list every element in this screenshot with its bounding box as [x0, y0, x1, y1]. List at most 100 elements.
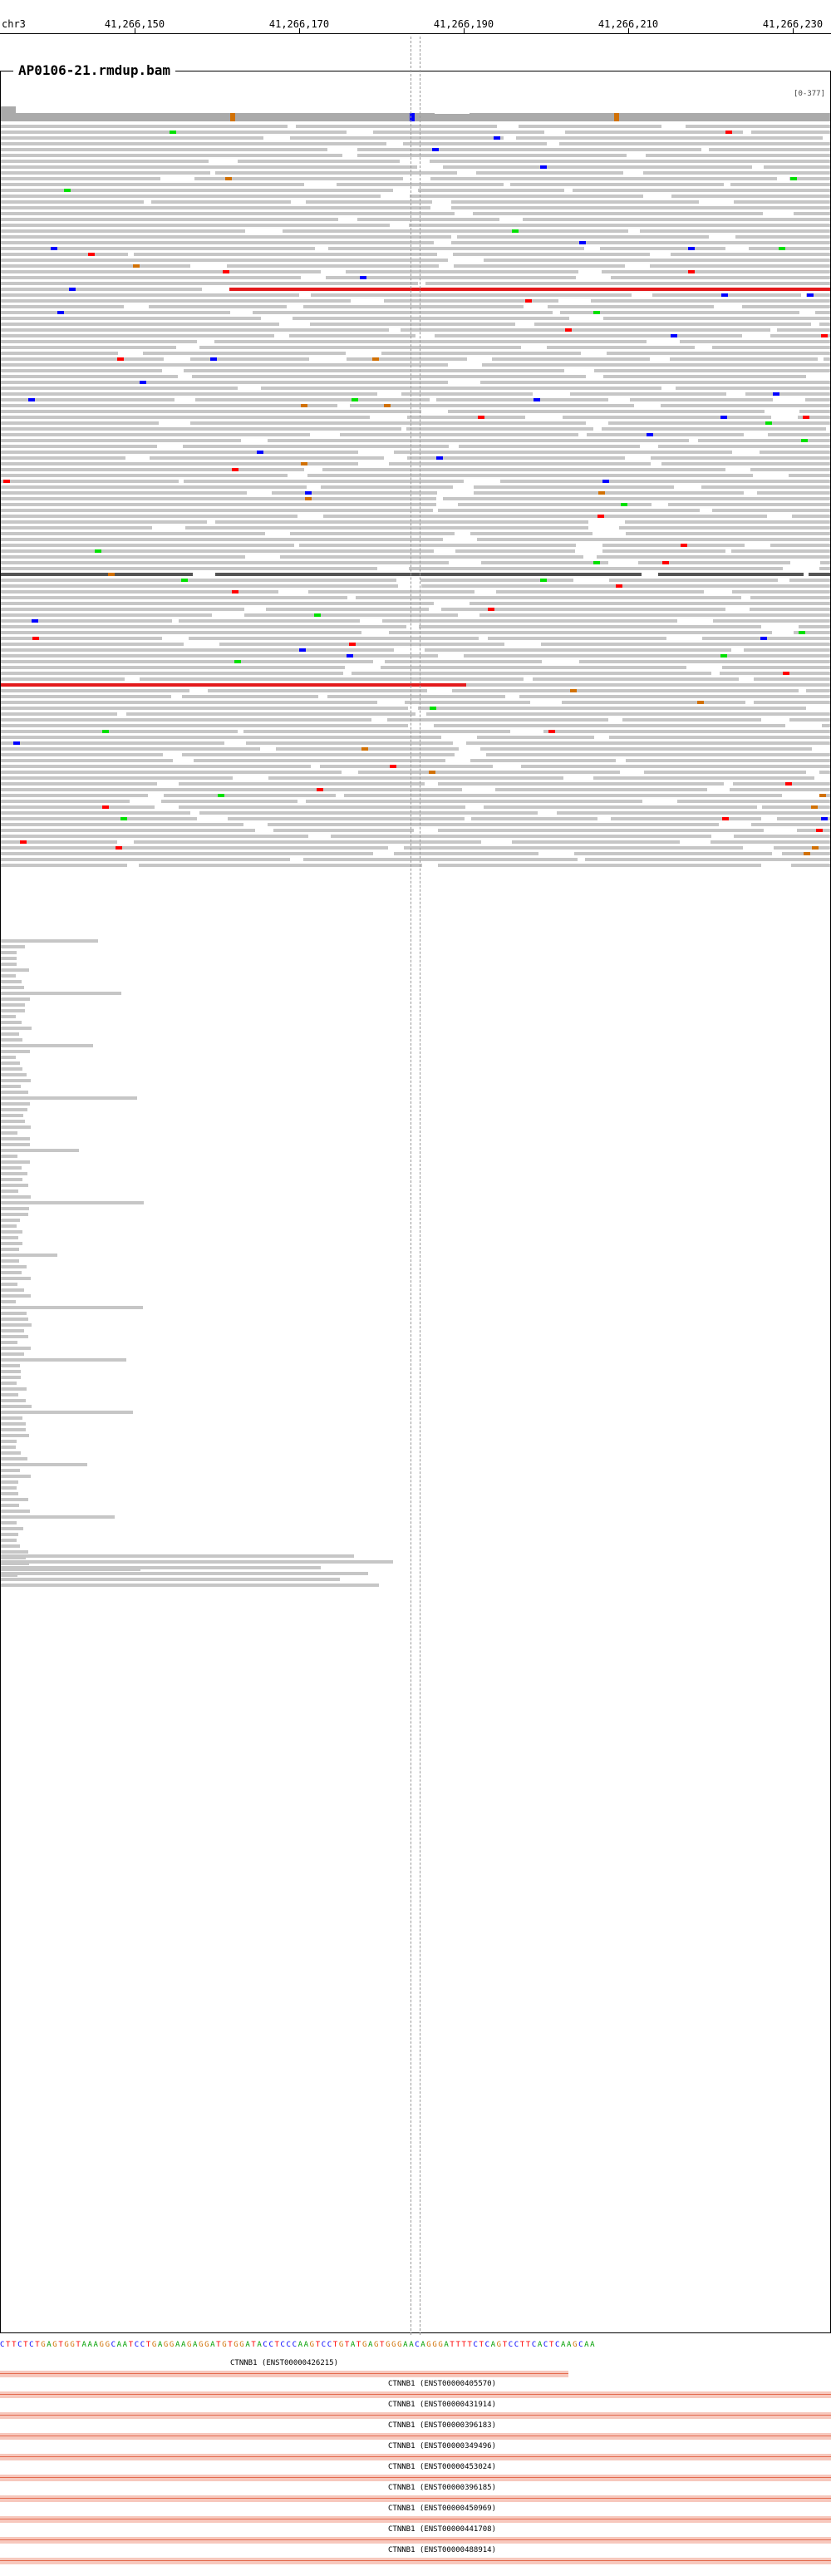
read[interactable]: [1, 1195, 31, 1199]
read[interactable]: [306, 800, 642, 803]
read[interactable]: [268, 776, 563, 780]
read[interactable]: [1, 1440, 17, 1443]
read[interactable]: [306, 200, 432, 204]
read[interactable]: [474, 485, 674, 489]
read[interactable]: [143, 352, 346, 355]
read[interactable]: [1, 997, 30, 1001]
read[interactable]: [1, 1434, 29, 1437]
read[interactable]: [404, 846, 743, 850]
read[interactable]: [1, 334, 274, 337]
read[interactable]: [712, 346, 830, 349]
read[interactable]: [311, 293, 632, 297]
read[interactable]: [731, 549, 830, 553]
read[interactable]: [1, 410, 421, 413]
read[interactable]: [1, 1533, 18, 1536]
read[interactable]: [789, 718, 830, 722]
read[interactable]: [238, 160, 400, 163]
read[interactable]: [709, 148, 830, 151]
read[interactable]: [1, 328, 389, 332]
read[interactable]: [1, 1399, 26, 1402]
read[interactable]: [419, 625, 761, 628]
read[interactable]: [533, 677, 739, 681]
read[interactable]: [1, 643, 184, 646]
read[interactable]: [1, 840, 117, 844]
read[interactable]: [1, 689, 189, 692]
read[interactable]: [1, 1294, 31, 1298]
read[interactable]: [789, 579, 830, 582]
read[interactable]: [1, 1498, 28, 1501]
read[interactable]: [587, 433, 744, 436]
read[interactable]: [183, 445, 449, 448]
read[interactable]: [510, 183, 724, 186]
read[interactable]: [477, 736, 594, 739]
read[interactable]: [492, 357, 650, 361]
genomic-ruler[interactable]: chr3 41,266,150 41,266,170 41,266,190 41…: [0, 0, 831, 34]
read[interactable]: [751, 131, 830, 134]
read[interactable]: [451, 241, 830, 244]
read[interactable]: [1, 1091, 28, 1094]
read[interactable]: [425, 282, 830, 285]
read[interactable]: [1, 1073, 27, 1076]
read[interactable]: [481, 561, 608, 564]
read[interactable]: [770, 544, 830, 547]
read[interactable]: [421, 584, 830, 588]
read[interactable]: [425, 648, 731, 652]
read[interactable]: [1, 1306, 143, 1309]
read[interactable]: [1, 1347, 31, 1350]
read[interactable]: [1, 387, 238, 390]
read[interactable]: [323, 515, 767, 518]
read[interactable]: [1, 346, 176, 349]
read[interactable]: [420, 579, 573, 582]
read[interactable]: [1, 1067, 22, 1071]
read[interactable]: [219, 643, 504, 646]
read[interactable]: [1, 1515, 115, 1519]
read[interactable]: [246, 741, 453, 745]
read[interactable]: [1, 1492, 18, 1495]
read[interactable]: [1, 1248, 19, 1251]
read[interactable]: [389, 462, 651, 465]
read[interactable]: [1, 1032, 19, 1036]
read[interactable]: [559, 142, 830, 145]
read[interactable]: [1, 1149, 79, 1152]
read[interactable]: [1, 1096, 137, 1100]
read[interactable]: [701, 485, 830, 489]
read[interactable]: [1, 1364, 20, 1367]
read[interactable]: [357, 154, 627, 157]
read[interactable]: [789, 474, 830, 477]
read[interactable]: [1, 951, 17, 954]
read[interactable]: [1, 648, 394, 652]
read[interactable]: [1, 1236, 18, 1239]
read[interactable]: [406, 427, 593, 431]
read[interactable]: [1, 323, 279, 326]
read[interactable]: [1, 183, 304, 186]
read[interactable]: [352, 672, 711, 675]
gene-feature[interactable]: CTNNB1 (ENST00000396185): [0, 2484, 831, 2504]
read[interactable]: [734, 200, 830, 204]
read[interactable]: [228, 817, 465, 820]
read[interactable]: [185, 526, 588, 529]
read[interactable]: [712, 509, 830, 512]
read[interactable]: [1, 1160, 30, 1164]
read[interactable]: [1, 660, 373, 663]
read[interactable]: [134, 840, 481, 844]
read[interactable]: [548, 305, 714, 308]
read[interactable]: [293, 317, 569, 320]
read[interactable]: [792, 515, 830, 518]
read[interactable]: [1, 602, 434, 605]
read[interactable]: [1, 1015, 16, 1018]
gene-feature[interactable]: CTNNB1 (ENST00000431914): [0, 2401, 831, 2421]
read[interactable]: [521, 765, 830, 768]
read[interactable]: [611, 817, 761, 820]
gene-feature[interactable]: CTNNB1 (ENST00000349496): [0, 2442, 831, 2462]
read[interactable]: [464, 654, 830, 658]
read[interactable]: [541, 643, 830, 646]
read[interactable]: [1, 1184, 28, 1187]
read[interactable]: [451, 200, 699, 204]
read[interactable]: [1, 1550, 28, 1554]
read[interactable]: [356, 596, 741, 599]
read[interactable]: [438, 509, 700, 512]
read[interactable]: [1, 532, 265, 535]
read[interactable]: [1, 829, 255, 832]
read[interactable]: [1, 212, 455, 215]
read[interactable]: [646, 154, 830, 157]
